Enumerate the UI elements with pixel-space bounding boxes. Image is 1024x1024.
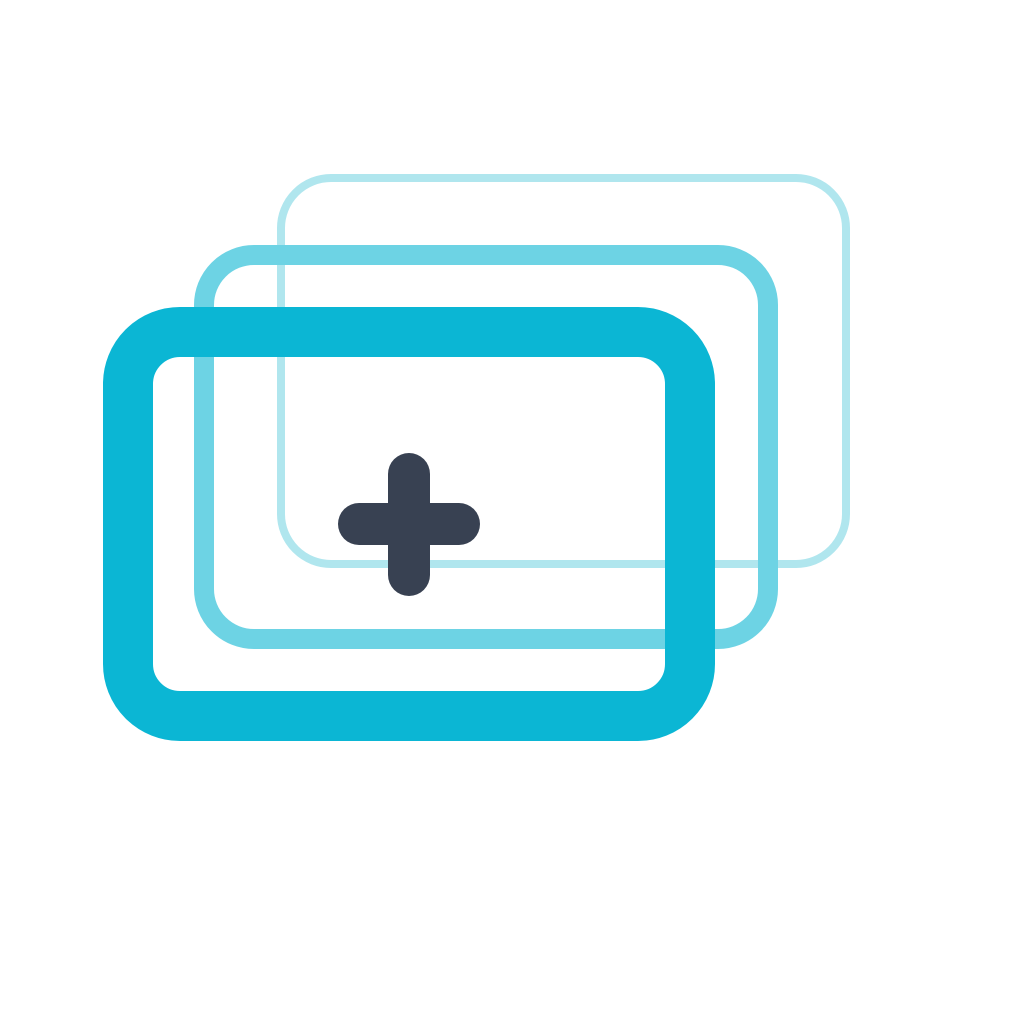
plus-icon	[338, 453, 480, 596]
add-stacked-cards-icon	[103, 174, 850, 741]
icon-canvas	[0, 0, 1024, 1024]
